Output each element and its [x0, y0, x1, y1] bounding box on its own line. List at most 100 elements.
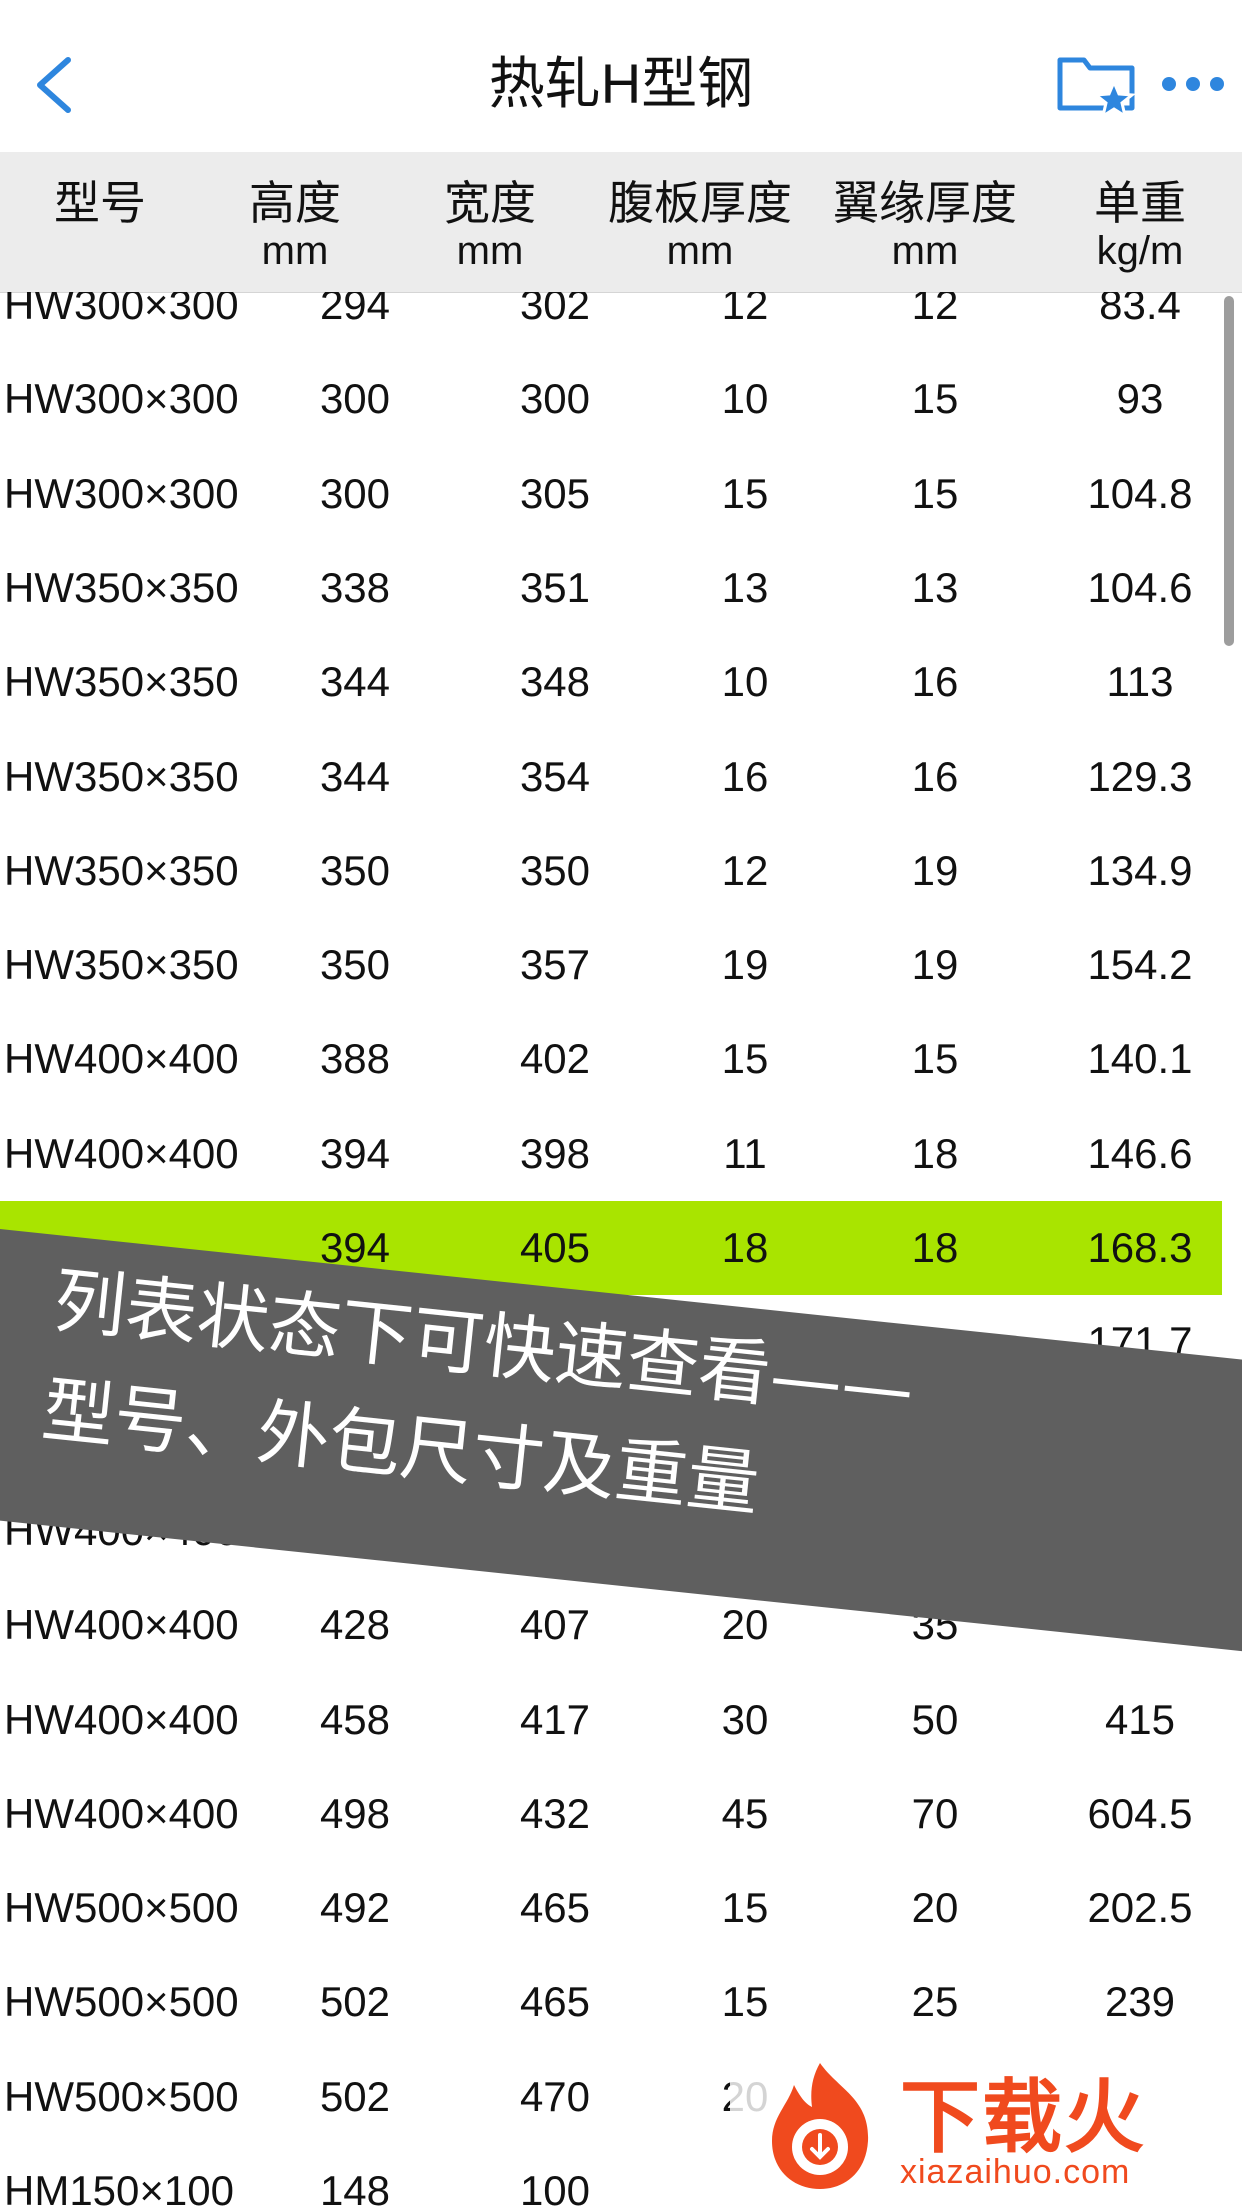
column-header-web-thickness[interactable]: 腹板厚度 mm [600, 178, 800, 274]
table-row[interactable]: HW350×350 338 351 13 13 104.6 [0, 541, 1222, 635]
cell-width: 305 [519, 469, 591, 517]
cell-width: 432 [519, 1789, 591, 1837]
cell-model: HM150×100 [4, 2167, 234, 2208]
cell-height: 498 [319, 1789, 391, 1837]
cell-model: HW350×350 [4, 658, 239, 706]
cell-model: HW400×400 [4, 1601, 239, 1649]
header-label: 翼缘厚度 [833, 177, 1017, 229]
cell-model: HW400×400 [4, 1129, 239, 1177]
watermark: 下载火 xiazaihuo.com [730, 2045, 1242, 2208]
column-header-unit-weight[interactable]: 单重 kg/m [1050, 178, 1230, 274]
header-label: 腹板厚度 [608, 177, 792, 229]
cell-flange-thickness: 15 [911, 1035, 959, 1083]
cell-flange-thickness: 19 [911, 846, 959, 894]
header-unit: mm [666, 229, 734, 273]
cell-width: 302 [519, 292, 591, 328]
header-label: 单重 [1094, 177, 1186, 229]
header-unit: mm [261, 229, 329, 273]
table-row[interactable]: HW350×350 344 354 16 16 129.3 [0, 730, 1222, 824]
cell-flange-thickness: 16 [911, 658, 959, 706]
table-row[interactable]: HW350×350 344 348 10 16 113 [0, 635, 1222, 729]
cell-model: HW500×500 [4, 2072, 239, 2120]
cell-flange-thickness: 15 [911, 375, 959, 423]
cell-width: 300 [519, 375, 591, 423]
table-row[interactable]: HW400×400 394 398 11 18 146.6 [0, 1107, 1222, 1201]
cell-model: HW500×500 [4, 1978, 239, 2026]
cell-unit-weight: 113 [1106, 658, 1174, 706]
nav-bar: 热轧H型钢 [0, 0, 1242, 153]
cell-flange-thickness: 25 [911, 1978, 959, 2026]
cell-width: 348 [519, 658, 591, 706]
cell-web-thickness: 15 [721, 469, 769, 517]
cell-height: 344 [319, 752, 391, 800]
cell-model: HW350×350 [4, 941, 239, 989]
cell-unit-weight: 239 [1104, 1978, 1176, 2026]
cell-flange-thickness: 16 [911, 752, 959, 800]
cell-flange-thickness: 18 [911, 1224, 959, 1271]
table-row[interactable]: HW300×300 294 302 12 12 83.4 [0, 292, 1222, 352]
cell-height: 300 [319, 469, 391, 517]
cell-web-thickness: 30 [721, 1695, 769, 1743]
cell-web-thickness: 15 [721, 1978, 769, 2026]
cell-flange-thickness: 70 [911, 1789, 959, 1837]
cell-height: 338 [319, 563, 391, 611]
header-label: 宽度 [444, 177, 536, 229]
cell-height: 502 [319, 2072, 391, 2120]
cell-web-thickness: 19 [721, 941, 769, 989]
cell-model: HW300×300 [4, 292, 239, 328]
column-header-model[interactable]: 型号 [10, 178, 190, 228]
cell-model: HW350×350 [4, 563, 239, 611]
table-row[interactable]: HW500×500 492 465 15 20 202.5 [0, 1861, 1222, 1955]
watermark-domain: xiazaihuo.com [900, 2153, 1131, 2191]
header-unit: kg/m [1096, 229, 1184, 273]
cell-unit-weight: 134.9 [1087, 846, 1193, 894]
cell-height: 502 [319, 1978, 391, 2026]
cell-unit-weight: 415 [1104, 1695, 1176, 1743]
cell-width: 350 [519, 846, 591, 894]
cell-unit-weight: 140.1 [1087, 1035, 1193, 1083]
cell-web-thickness: 10 [721, 375, 769, 423]
cell-width: 402 [519, 1035, 591, 1083]
cell-width: 100 [519, 2167, 591, 2208]
column-header-flange-thickness[interactable]: 翼缘厚度 mm [825, 178, 1025, 274]
cell-height: 350 [319, 846, 391, 894]
table-row[interactable]: HW400×400 498 432 45 70 604.5 [0, 1767, 1222, 1861]
cell-model: HW400×400 [4, 1035, 239, 1083]
cell-model: HW400×400 [4, 1695, 239, 1743]
table-row[interactable]: HW300×300 300 305 15 15 104.8 [0, 447, 1222, 541]
cell-width: 470 [519, 2072, 591, 2120]
cell-height: 492 [319, 1884, 391, 1932]
cell-width: 465 [519, 1978, 591, 2026]
cell-web-thickness: 13 [721, 563, 769, 611]
table-row[interactable]: HW400×400 458 417 30 50 415 [0, 1673, 1222, 1767]
cell-web-thickness: 11 [723, 1129, 767, 1177]
header-label: 高度 [249, 177, 341, 229]
table-row[interactable]: HW350×350 350 350 12 19 134.9 [0, 824, 1222, 918]
cell-unit-weight: 129.3 [1087, 752, 1193, 800]
scrollbar[interactable] [1224, 296, 1234, 646]
cell-height: 394 [319, 1129, 391, 1177]
cell-height: 388 [319, 1035, 391, 1083]
cell-flange-thickness: 13 [911, 563, 959, 611]
cell-model: HW300×300 [4, 375, 239, 423]
cell-height: 458 [319, 1695, 391, 1743]
column-header-width[interactable]: 宽度 mm [405, 178, 575, 274]
cell-width: 407 [519, 1601, 591, 1649]
folder-star-icon[interactable] [1056, 48, 1140, 120]
table-row[interactable]: HW350×350 350 357 19 19 154.2 [0, 918, 1222, 1012]
more-dots-icon[interactable] [1160, 74, 1226, 94]
table-row[interactable]: HW500×500 502 465 15 25 239 [0, 1955, 1222, 2049]
cell-height: 300 [319, 375, 391, 423]
cell-unit-weight: 604.5 [1087, 1789, 1193, 1837]
table-row[interactable]: HW400×400 388 402 15 15 140.1 [0, 1012, 1222, 1106]
cell-unit-weight: 93 [1116, 375, 1164, 423]
cell-flange-thickness: 20 [911, 1884, 959, 1932]
column-header-height[interactable]: 高度 mm [210, 178, 380, 274]
cell-height: 148 [319, 2167, 391, 2208]
cell-width: 351 [519, 563, 591, 611]
cell-width: 354 [519, 752, 591, 800]
cell-unit-weight: 104.6 [1087, 563, 1193, 611]
table-row[interactable]: HW300×300 300 300 10 15 93 [0, 352, 1222, 446]
header-unit: mm [456, 229, 524, 273]
cell-web-thickness: 18 [721, 1224, 769, 1271]
